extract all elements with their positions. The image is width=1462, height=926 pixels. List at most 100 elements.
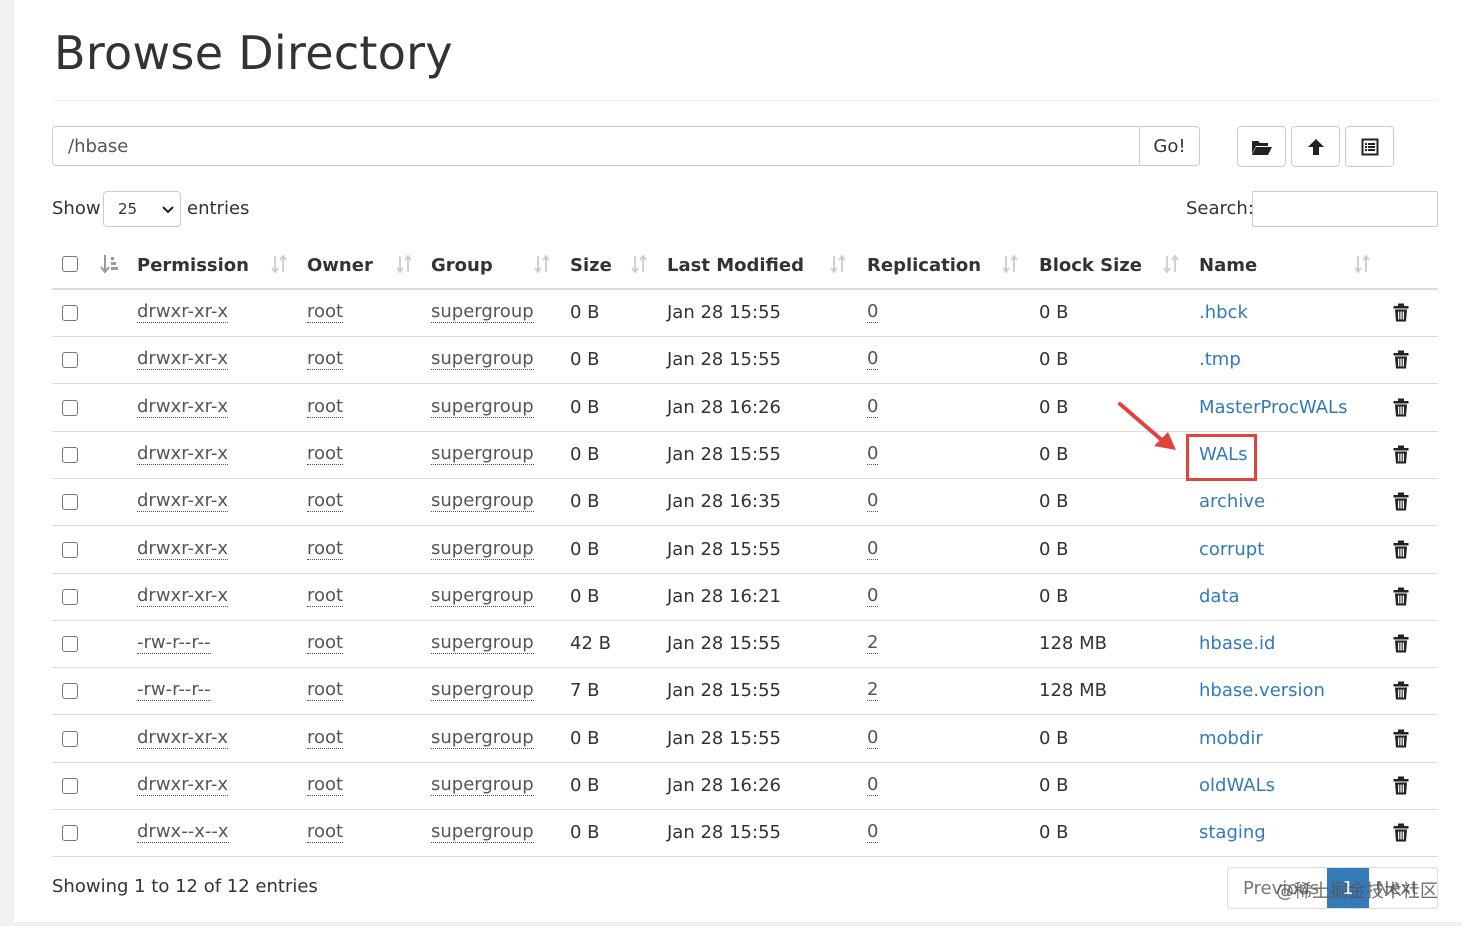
- cell-group[interactable]: supergroup: [431, 633, 534, 655]
- sort-both-icon[interactable]: [534, 254, 550, 274]
- path-input[interactable]: [52, 126, 1140, 166]
- cell-owner[interactable]: root: [307, 727, 344, 749]
- cell-name-link[interactable]: .tmp: [1199, 349, 1241, 370]
- entries-length-select[interactable]: 25: [103, 191, 181, 227]
- cell-permission[interactable]: -rw-r--r--: [137, 680, 211, 702]
- cell-permission[interactable]: drwxr-xr-x: [137, 491, 228, 513]
- cell-owner[interactable]: root: [307, 491, 344, 513]
- trash-icon[interactable]: [1393, 350, 1409, 369]
- cell-replication[interactable]: 2: [867, 633, 879, 655]
- row-checkbox[interactable]: [62, 825, 78, 842]
- column-last-modified[interactable]: Last Modified: [667, 255, 804, 276]
- cell-group[interactable]: supergroup: [431, 822, 534, 844]
- cell-group[interactable]: supergroup: [431, 727, 534, 749]
- cell-name-link[interactable]: MasterProcWALs: [1199, 397, 1347, 418]
- cell-permission[interactable]: drwxr-xr-x: [137, 302, 228, 323]
- sort-both-icon[interactable]: [1002, 254, 1018, 274]
- column-owner[interactable]: Owner: [307, 255, 373, 276]
- create-directory-button[interactable]: [1237, 126, 1286, 167]
- cell-permission[interactable]: drwxr-xr-x: [137, 443, 228, 465]
- sort-both-icon[interactable]: [271, 254, 287, 274]
- row-checkbox[interactable]: [62, 778, 78, 794]
- cell-permission[interactable]: drwxr-xr-x: [137, 396, 228, 418]
- cell-replication[interactable]: 0: [867, 727, 879, 749]
- cell-group[interactable]: supergroup: [431, 680, 534, 702]
- cell-name-link[interactable]: hbase.id: [1199, 633, 1275, 654]
- row-checkbox[interactable]: [62, 446, 78, 463]
- row-checkbox[interactable]: [62, 399, 78, 416]
- sort-both-icon[interactable]: [631, 254, 647, 274]
- cell-replication[interactable]: 0: [867, 822, 879, 844]
- cell-permission[interactable]: drwx--x--x: [137, 822, 229, 844]
- trash-icon[interactable]: [1393, 398, 1409, 417]
- cell-owner[interactable]: root: [307, 775, 344, 796]
- cell-owner[interactable]: root: [307, 680, 344, 702]
- cell-name-link[interactable]: hbase.version: [1199, 680, 1325, 701]
- trash-icon[interactable]: [1393, 587, 1409, 606]
- cell-replication[interactable]: 0: [867, 349, 879, 371]
- trash-icon[interactable]: [1393, 681, 1409, 700]
- column-size[interactable]: Size: [570, 255, 612, 276]
- row-checkbox[interactable]: [62, 636, 78, 653]
- row-checkbox[interactable]: [62, 683, 78, 700]
- row-checkbox[interactable]: [62, 352, 78, 369]
- cell-owner[interactable]: root: [307, 349, 344, 371]
- cell-owner[interactable]: root: [307, 302, 344, 323]
- cell-permission[interactable]: -rw-r--r--: [137, 633, 211, 655]
- sort-both-icon[interactable]: [396, 254, 412, 274]
- row-checkbox[interactable]: [62, 494, 78, 511]
- column-name[interactable]: Name: [1199, 255, 1257, 276]
- upload-files-button[interactable]: [1291, 126, 1340, 167]
- cell-owner[interactable]: root: [307, 822, 344, 844]
- cell-owner[interactable]: root: [307, 443, 344, 465]
- cell-group[interactable]: supergroup: [431, 775, 534, 796]
- cell-owner[interactable]: root: [307, 396, 344, 418]
- cell-group[interactable]: supergroup: [431, 349, 534, 371]
- cell-replication[interactable]: 2: [867, 680, 879, 702]
- cell-owner[interactable]: root: [307, 585, 344, 607]
- cell-replication[interactable]: 0: [867, 585, 879, 607]
- trash-icon[interactable]: [1393, 540, 1409, 559]
- cut-paste-button[interactable]: [1345, 126, 1394, 167]
- row-checkbox[interactable]: [62, 541, 78, 558]
- cell-name-link[interactable]: .hbck: [1199, 302, 1248, 323]
- cell-permission[interactable]: drwxr-xr-x: [137, 727, 228, 749]
- sort-asc-icon[interactable]: [100, 254, 118, 274]
- column-permission[interactable]: Permission: [137, 255, 249, 276]
- cell-permission[interactable]: drwxr-xr-x: [137, 349, 228, 371]
- cell-permission[interactable]: drwxr-xr-x: [137, 538, 228, 560]
- trash-icon[interactable]: [1393, 729, 1409, 748]
- cell-owner[interactable]: root: [307, 538, 344, 560]
- cell-permission[interactable]: drwxr-xr-x: [137, 585, 228, 607]
- cell-group[interactable]: supergroup: [431, 443, 534, 465]
- trash-icon[interactable]: [1393, 776, 1409, 795]
- cell-group[interactable]: supergroup: [431, 396, 534, 418]
- trash-icon[interactable]: [1393, 823, 1409, 842]
- cell-owner[interactable]: root: [307, 633, 344, 655]
- cell-replication[interactable]: 0: [867, 302, 879, 323]
- cell-group[interactable]: supergroup: [431, 491, 534, 513]
- trash-icon[interactable]: [1393, 492, 1409, 511]
- sort-both-icon[interactable]: [1163, 254, 1179, 274]
- cell-group[interactable]: supergroup: [431, 585, 534, 607]
- cell-replication[interactable]: 0: [867, 396, 879, 418]
- cell-group[interactable]: supergroup: [431, 538, 534, 560]
- search-input[interactable]: [1252, 191, 1438, 227]
- trash-icon[interactable]: [1393, 634, 1409, 653]
- row-checkbox[interactable]: [62, 305, 78, 321]
- sort-both-icon[interactable]: [830, 254, 846, 274]
- column-group[interactable]: Group: [431, 255, 493, 276]
- cell-group[interactable]: supergroup: [431, 302, 534, 323]
- cell-permission[interactable]: drwxr-xr-x: [137, 775, 228, 796]
- column-block-size[interactable]: Block Size: [1039, 255, 1142, 276]
- go-button[interactable]: Go!: [1139, 126, 1200, 166]
- sort-both-icon[interactable]: [1354, 254, 1370, 274]
- cell-name-link[interactable]: oldWALs: [1199, 775, 1275, 796]
- trash-icon[interactable]: [1393, 445, 1409, 464]
- cell-replication[interactable]: 0: [867, 538, 879, 560]
- cell-replication[interactable]: 0: [867, 443, 879, 465]
- row-checkbox[interactable]: [62, 588, 78, 605]
- row-checkbox[interactable]: [62, 730, 78, 747]
- cell-name-link[interactable]: mobdir: [1199, 728, 1263, 749]
- cell-replication[interactable]: 0: [867, 491, 879, 513]
